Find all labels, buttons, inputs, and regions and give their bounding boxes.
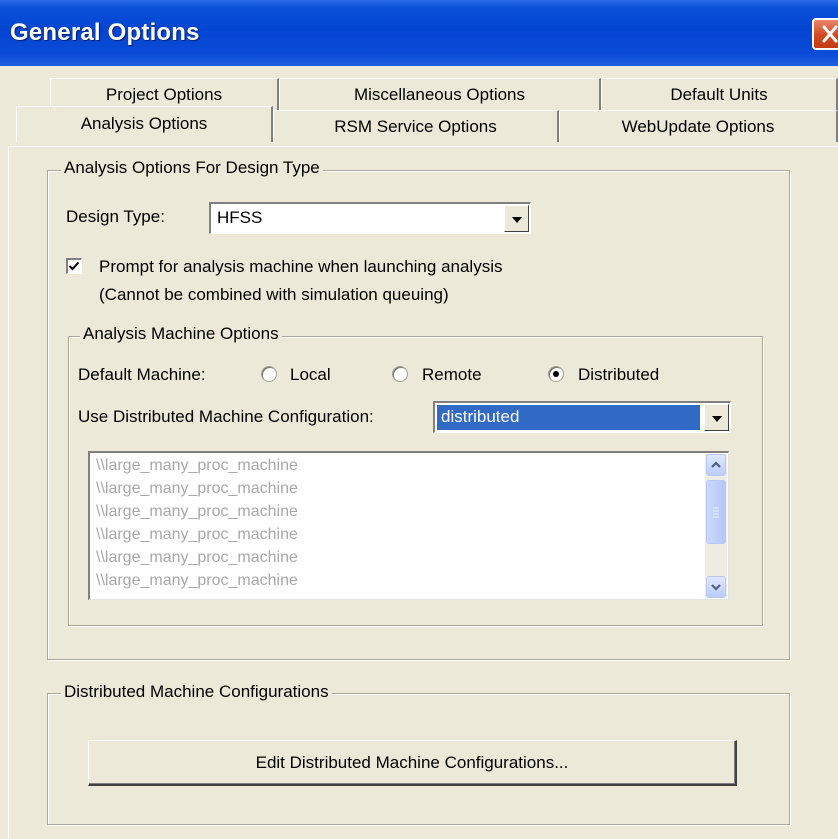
design-type-select[interactable]: HFSS: [209, 202, 531, 234]
list-item[interactable]: \\large_many_proc_machine: [96, 549, 298, 567]
check-icon: [68, 261, 80, 271]
distributed-config-select[interactable]: distributed: [433, 401, 731, 433]
title-bar: General Options: [0, 0, 838, 66]
scroll-up-button[interactable]: [706, 454, 726, 476]
tab-analysis-options[interactable]: Analysis Options: [16, 106, 273, 142]
list-item[interactable]: \\large_many_proc_machine: [96, 572, 298, 590]
design-type-label: Design Type:: [66, 207, 165, 226]
radio-distributed-label[interactable]: Distributed: [578, 365, 659, 385]
tab-miscellaneous-options[interactable]: Miscellaneous Options: [279, 78, 601, 110]
prompt-machine-checkbox[interactable]: [66, 258, 82, 274]
edit-distributed-configurations-button[interactable]: Edit Distributed Machine Configurations.…: [88, 740, 737, 786]
chevron-down-icon[interactable]: [704, 404, 729, 431]
scroll-up-icon: [711, 461, 721, 468]
tab-rsm-service-options[interactable]: RSM Service Options: [273, 110, 559, 142]
grip-icon: [713, 507, 719, 518]
list-item[interactable]: \\large_many_proc_machine: [96, 526, 298, 544]
tab-webupdate-options[interactable]: WebUpdate Options: [559, 110, 838, 142]
radio-distributed[interactable]: [548, 366, 564, 382]
radio-remote-label[interactable]: Remote: [422, 365, 482, 385]
list-item[interactable]: \\large_many_proc_machine: [96, 457, 298, 475]
list-item[interactable]: \\large_many_proc_machine: [96, 480, 298, 498]
prompt-machine-label: Prompt for analysis machine when launchi…: [99, 257, 503, 276]
distributed-config-value: distributed: [441, 407, 520, 426]
window-title: General Options: [10, 19, 200, 46]
design-type-value: HFSS: [217, 208, 263, 227]
radio-local[interactable]: [261, 366, 277, 382]
distributed-config-label: Use Distributed Machine Configuration:: [78, 407, 374, 426]
scroll-thumb[interactable]: [706, 480, 726, 544]
prompt-machine-note: (Cannot be combined with simulation queu…: [99, 285, 449, 304]
vertical-scrollbar[interactable]: [705, 454, 727, 598]
close-button[interactable]: [812, 18, 838, 50]
radio-remote[interactable]: [392, 366, 408, 382]
chevron-down-icon[interactable]: [504, 205, 529, 232]
machine-list[interactable]: \\large_many_proc_machine \\large_many_p…: [88, 451, 729, 600]
default-machine-label: Default Machine:: [78, 365, 206, 384]
analysis-options-legend: Analysis Options For Design Type: [61, 158, 323, 178]
distributed-configurations-legend: Distributed Machine Configurations: [61, 682, 332, 702]
analysis-machine-options-legend: Analysis Machine Options: [80, 324, 282, 344]
list-item[interactable]: \\large_many_proc_machine: [96, 503, 298, 521]
scroll-down-icon: [711, 584, 721, 591]
close-icon: [822, 25, 838, 43]
tab-default-units[interactable]: Default Units: [601, 78, 838, 110]
scroll-down-button[interactable]: [706, 576, 726, 598]
list-item-partial: [96, 594, 100, 598]
radio-local-label[interactable]: Local: [290, 365, 331, 385]
